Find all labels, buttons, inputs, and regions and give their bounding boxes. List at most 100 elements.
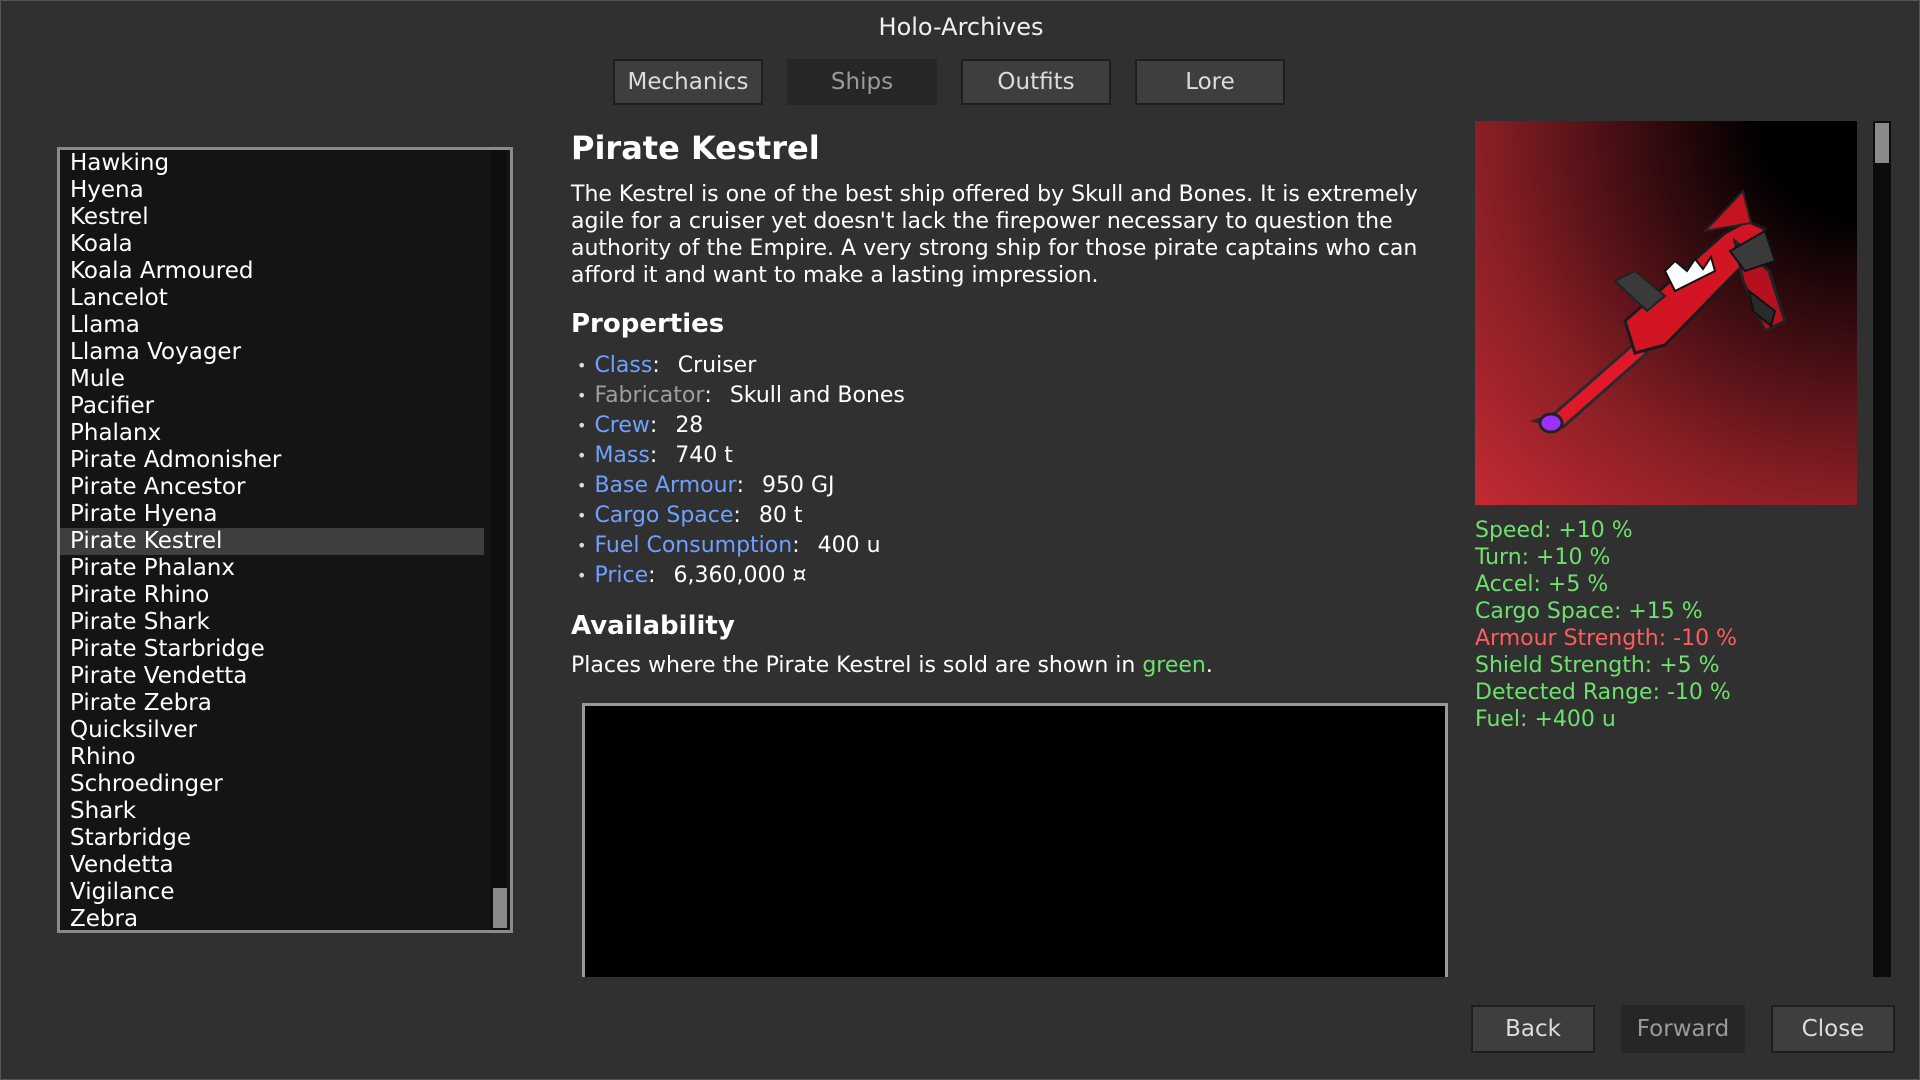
property-row: • Price:6,360,000 ¤ [571,561,1451,591]
tab-mechanics[interactable]: Mechanics [613,59,763,105]
list-item[interactable]: Pirate Admonisher [60,447,484,474]
list-item[interactable]: Vendetta [60,852,484,879]
stat-modifier: Fuel: +400 u [1475,707,1616,732]
list-item[interactable]: Mule [60,366,484,393]
availability-text-before: Places where the Pirate Kestrel is sold … [571,653,1143,678]
list-item[interactable]: Hawking [60,150,484,177]
list-item[interactable]: Pirate Hyena [60,501,484,528]
property-key[interactable]: Cargo Space [594,501,733,531]
list-item[interactable]: Pirate Ancestor [60,474,484,501]
bullet-icon: • [577,386,587,405]
tab-outfits[interactable]: Outfits [961,59,1111,105]
details-scroll-thumb[interactable] [1875,123,1889,163]
bullet-icon: • [577,506,587,525]
list-item[interactable]: Starbridge [60,825,484,852]
property-row: • Fuel Consumption:400 u [571,531,1451,561]
list-item[interactable]: Pirate Rhino [60,582,484,609]
ship-list-scrollbar[interactable] [491,150,507,930]
bullet-icon: • [577,446,587,465]
bullet-icon: • [577,356,587,375]
property-value: 80 t [758,503,803,528]
availability-highlight: green [1142,653,1206,678]
list-item[interactable]: Pirate Kestrel [60,528,484,555]
list-item[interactable]: Schroedinger [60,771,484,798]
ship-details: Pirate Kestrel The Kestrel is one of the… [571,129,1451,678]
ship-list-scroll-thumb[interactable] [493,888,507,928]
tab-lore[interactable]: Lore [1135,59,1285,105]
property-key[interactable]: Crew [594,411,649,441]
property-value: 950 GJ [762,473,835,498]
availability-text: Places where the Pirate Kestrel is sold … [571,653,1451,678]
stat-modifier: Shield Strength: +5 % [1475,653,1720,678]
property-key[interactable]: Base Armour [594,471,736,501]
property-row: • Cargo Space:80 t [571,501,1451,531]
list-item[interactable]: Rhino [60,744,484,771]
property-separator: : [792,533,800,558]
list-item[interactable]: Pirate Vendetta [60,663,484,690]
list-item[interactable]: Pirate Shark [60,609,484,636]
property-separator: : [736,473,745,498]
property-row: • Mass:740 t [571,441,1451,471]
stat-modifier: Detected Range: -10 % [1475,680,1731,705]
property-row: • Base Armour:950 GJ [571,471,1451,501]
list-item[interactable]: Pirate Starbridge [60,636,484,663]
property-value: 6,360,000 ¤ [673,563,807,588]
list-item[interactable]: Kestrel [60,204,484,231]
property-key[interactable]: Class [594,351,652,381]
property-row: • Crew:28 [571,411,1451,441]
bullet-icon: • [577,416,587,435]
list-item[interactable]: Koala [60,231,484,258]
property-value: 28 [675,413,704,438]
list-item[interactable]: Phalanx [60,420,484,447]
availability-heading: Availability [571,611,735,641]
window-title: Holo-Archives [878,13,1044,41]
ship-name-heading: Pirate Kestrel [571,129,820,167]
property-row: • Class: Cruiser [571,351,1451,381]
ship-stats: Speed: +10 % Turn: +10 % Accel: +5 % Cargo … [1475,517,1737,733]
details-scrollbar[interactable] [1873,121,1891,977]
stat-modifier: Cargo Space: +15 % [1475,599,1703,624]
property-separator: : [652,353,660,378]
forward-button[interactable]: Forward [1621,1005,1745,1053]
list-item[interactable]: Llama [60,312,484,339]
property-key[interactable]: Fuel Consumption [594,531,792,561]
list-item[interactable]: Llama Voyager [60,339,484,366]
list-item[interactable]: Zebra [60,906,484,930]
property-value: 400 u [817,533,881,558]
list-item[interactable]: Koala Armoured [60,258,484,285]
property-key[interactable]: Price [594,561,648,591]
list-item[interactable]: Lancelot [60,285,484,312]
properties-heading: Properties [571,309,725,339]
property-value: Skull and Bones [729,383,905,408]
properties-list: • Class: Cruiser • Fabricator: Skull and Bone… [571,351,1451,591]
list-item[interactable]: Vigilance [60,879,484,906]
stat-modifier: Speed: +10 % [1475,518,1633,543]
list-item[interactable]: Hyena [60,177,484,204]
property-key: Fabricator [594,383,705,408]
ship-image [1475,121,1857,505]
bullet-icon: • [577,536,587,555]
property-separator: : [704,383,712,408]
property-separator: : [733,503,741,528]
ship-description: The Kestrel is one of the best ship offe… [571,182,1418,288]
property-value: Cruiser [677,353,757,378]
property-separator: : [648,563,656,588]
tab-ships[interactable]: Ships [787,59,937,105]
property-row: • Fabricator: Skull and Bones [571,381,1451,411]
property-key[interactable]: Mass [594,441,649,471]
list-item[interactable]: Pirate Phalanx [60,555,484,582]
tab-bar: Mechanics Ships Outfits Lore [613,59,1285,105]
availability-map[interactable] [582,703,1448,977]
property-value: 740 t [675,443,733,468]
list-item[interactable]: Shark [60,798,484,825]
ship-list[interactable]: Hawking Hyena Kestrel Koala Koala Armoured La… [57,147,513,933]
list-item[interactable]: Pacifier [60,393,484,420]
property-separator: : [649,413,658,438]
stat-modifier: Accel: +5 % [1475,572,1609,597]
property-separator: : [649,443,658,468]
list-item[interactable]: Pirate Zebra [60,690,484,717]
back-button[interactable]: Back [1471,1005,1595,1053]
holo-archives-window: Holo-Archives Mechanics Ships Outfits Lore … [0,0,1920,1080]
list-item[interactable]: Quicksilver [60,717,484,744]
close-button[interactable]: Close [1771,1005,1895,1053]
